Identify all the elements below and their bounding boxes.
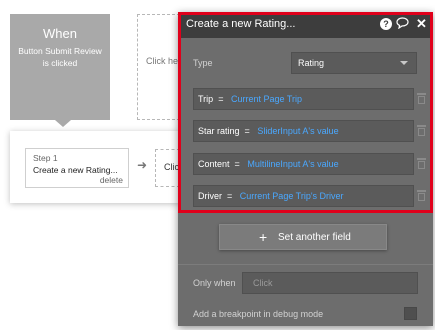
step-number: Step 1 (33, 153, 58, 163)
event-title: When (43, 26, 77, 41)
set-another-field-button[interactable]: + Set another field (219, 224, 387, 250)
arrow-right-icon: ➜ (137, 158, 148, 172)
highlight-box (178, 12, 433, 213)
event-trigger-card[interactable]: When Button Submit Review is clicked (10, 14, 110, 120)
event-description: Button Submit Review is clicked (18, 46, 102, 68)
only-when-placeholder: Click (253, 278, 273, 288)
divider (178, 264, 433, 265)
add-action-placeholder[interactable]: Clic (155, 149, 180, 187)
set-another-field-label: Set another field (278, 232, 351, 243)
plus-icon: + (259, 229, 268, 245)
trigger-caret-icon (55, 120, 71, 127)
breakpoint-checkbox[interactable] (404, 307, 417, 320)
breakpoint-label: Add a breakpoint in debug mode (193, 309, 324, 319)
step-delete-link[interactable]: delete (100, 175, 123, 185)
only-when-input[interactable]: Click (242, 272, 418, 294)
add-action-text: Clic (164, 162, 179, 172)
only-when-label: Only when (193, 278, 236, 288)
add-event-placeholder-text: Click he (146, 56, 179, 66)
step-name: Create a new Rating... (33, 165, 118, 175)
step-card[interactable]: Step 1 Create a new Rating... delete (25, 148, 129, 188)
